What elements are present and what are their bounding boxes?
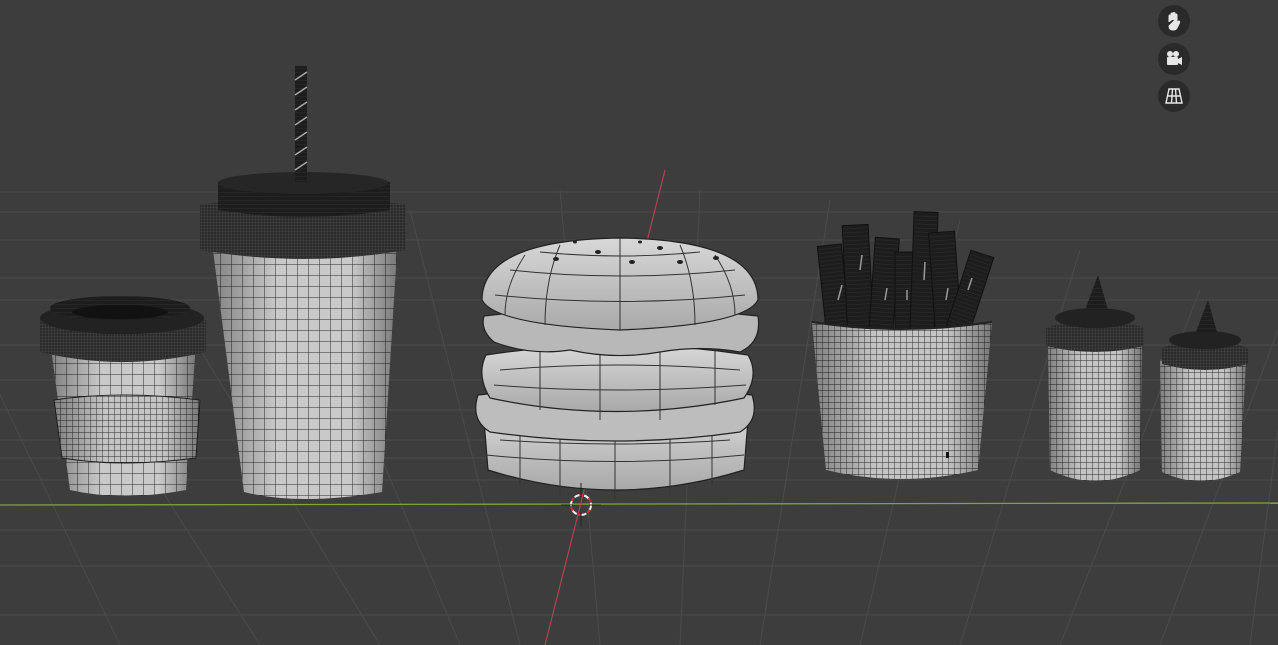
ortho-persp-toggle-button[interactable] (1158, 80, 1190, 112)
burger[interactable] (475, 237, 760, 500)
camera-view-button[interactable] (1158, 43, 1190, 75)
fries[interactable] (811, 211, 995, 479)
scene-canvas[interactable] (0, 0, 1278, 645)
3d-viewport[interactable] (0, 0, 1278, 645)
coffee-cup[interactable] (40, 296, 206, 496)
soda-cup[interactable] (200, 66, 406, 499)
grid-icon (1165, 88, 1183, 104)
pan-view-button[interactable] (1158, 5, 1190, 37)
sauce-bottle-small[interactable] (1160, 300, 1248, 481)
sauce-bottle-large[interactable] (1046, 275, 1144, 481)
hand-icon (1168, 12, 1181, 31)
x-axis-line (0, 502, 1278, 506)
camera-icon (1167, 51, 1182, 65)
